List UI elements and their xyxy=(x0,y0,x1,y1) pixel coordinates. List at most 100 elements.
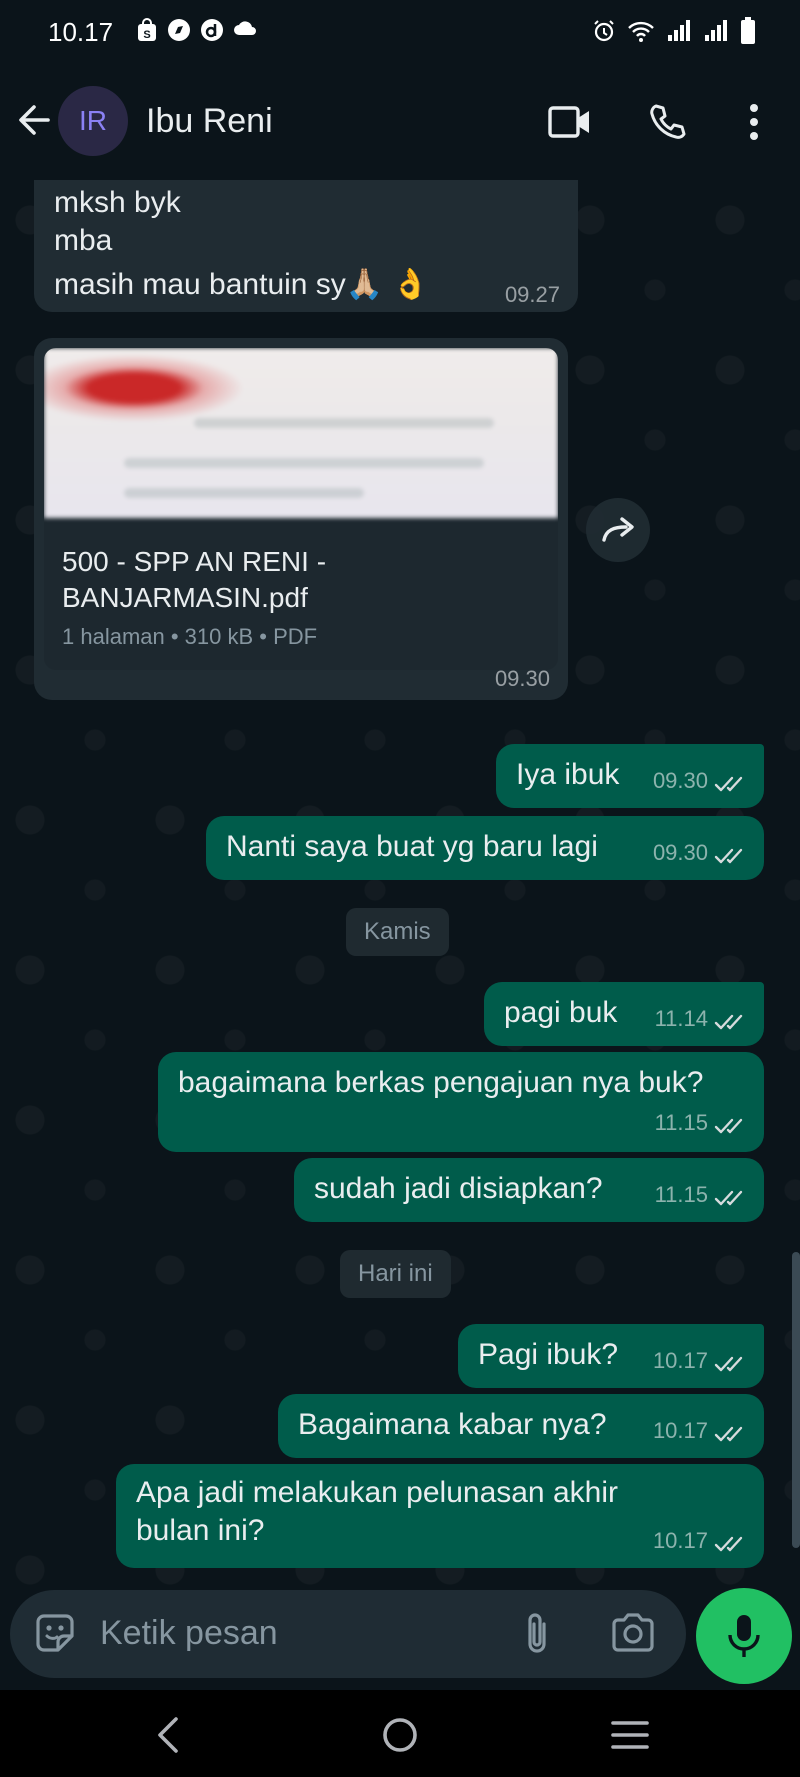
nav-home-button[interactable] xyxy=(370,1710,430,1760)
status-bar: 10.17 S xyxy=(0,0,800,64)
message-text: bagaimana berkas pengajuan nya buk? xyxy=(178,1066,704,1099)
message-bubble-outgoing[interactable]: Bagaimana kabar nya? 10.17 xyxy=(278,1394,764,1458)
more-options-button[interactable] xyxy=(730,98,778,146)
message-bubble-incoming[interactable]: mksh byk mba masih mau bantuin sy🙏🏼 👌 09… xyxy=(34,180,578,312)
message-meta: 11.15 xyxy=(655,1182,748,1208)
message-text: Iya ibuk xyxy=(516,758,620,791)
nav-home-icon xyxy=(383,1718,417,1752)
nav-back-icon xyxy=(158,1717,178,1753)
back-arrow-icon xyxy=(19,105,50,135)
signal-icon xyxy=(705,20,727,41)
scrollbar-thumb[interactable] xyxy=(792,1252,800,1548)
sticker-icon xyxy=(36,1614,74,1652)
message-input[interactable] xyxy=(98,1610,502,1656)
message-time: 09.30 xyxy=(652,840,708,865)
voice-call-icon xyxy=(650,104,686,139)
message-text: Pagi ibuk? xyxy=(478,1338,619,1371)
system-nav-bar xyxy=(0,1690,800,1777)
d-app-icon xyxy=(201,19,223,41)
read-ticks-icon xyxy=(714,1426,743,1441)
read-ticks-icon xyxy=(714,1014,743,1029)
mic-icon xyxy=(728,1615,760,1657)
more-options-icon xyxy=(750,104,758,140)
message-bubble-outgoing[interactable]: Pagi ibuk? 10.17 xyxy=(458,1324,764,1388)
message-bubble-outgoing[interactable]: sudah jadi disiapkan? 11.15 xyxy=(294,1158,764,1222)
message-time: 09.30 xyxy=(494,666,550,691)
shopping-bag-icon: S xyxy=(138,18,156,41)
message-meta: 10.17 xyxy=(653,1418,748,1444)
message-text: Nanti saya buat yg baru lagi xyxy=(226,830,598,863)
message-composer[interactable] xyxy=(10,1590,686,1678)
nav-recents-icon xyxy=(611,1721,649,1749)
read-ticks-icon xyxy=(714,1356,743,1371)
message-bubble-outgoing[interactable]: bagaimana berkas pengajuan nya buk? 11.1… xyxy=(158,1052,764,1152)
message-bubble-outgoing[interactable]: pagi buk 11.14 xyxy=(484,982,764,1046)
contact-name[interactable]: Ibu Reni xyxy=(146,102,273,141)
forward-button[interactable] xyxy=(586,498,650,562)
alarm-icon xyxy=(594,20,614,42)
status-time: 10.17 xyxy=(48,17,114,47)
camera-button[interactable] xyxy=(610,1610,658,1658)
date-separator: Kamis xyxy=(346,908,449,956)
read-ticks-icon xyxy=(714,848,743,863)
document-file-name: 500 - SPP AN RENI - BANJARMASIN.pdf xyxy=(62,546,327,613)
message-meta: 09.30 xyxy=(653,840,748,866)
message-time: 11.15 xyxy=(654,1182,708,1207)
wifi-icon xyxy=(628,21,654,42)
attach-button[interactable] xyxy=(518,1610,566,1658)
sticker-button[interactable] xyxy=(32,1610,80,1658)
message-text: mksh byk xyxy=(54,186,181,219)
message-time: 11.15 xyxy=(654,1110,708,1135)
message-bubble-outgoing[interactable]: Iya ibuk 09.30 xyxy=(496,744,764,808)
video-call-button[interactable] xyxy=(546,98,594,146)
message-meta: 10.17 xyxy=(653,1348,748,1374)
read-ticks-icon xyxy=(714,1190,743,1205)
chat-area[interactable]: mksh byk mba masih mau bantuin sy🙏🏼 👌 09… xyxy=(0,180,800,1592)
message-meta: 11.14 xyxy=(655,1006,748,1032)
document-card[interactable]: 500 - SPP AN RENI - BANJARMASIN.pdf 1 ha… xyxy=(44,348,558,670)
camera-icon xyxy=(612,1613,654,1652)
message-text: masih mau bantuin sy🙏🏼 👌 xyxy=(54,268,429,301)
attach-icon xyxy=(528,1613,546,1653)
message-time: 10.17 xyxy=(652,1528,708,1553)
message-bubble-document[interactable]: 500 - SPP AN RENI - BANJARMASIN.pdf 1 ha… xyxy=(34,338,568,700)
date-separator: Hari ini xyxy=(340,1250,451,1298)
nav-recents-button[interactable] xyxy=(600,1710,660,1760)
message-time: 09.30 xyxy=(652,768,708,793)
message-text: pagi buk xyxy=(504,996,618,1029)
svg-text:S: S xyxy=(143,29,150,41)
message-text: Apa jadi melakukan pelunasan akhir bulan… xyxy=(136,1476,618,1547)
message-time: 11.14 xyxy=(654,1006,708,1031)
message-bubble-outgoing[interactable]: Nanti saya buat yg baru lagi 09.30 xyxy=(206,816,764,880)
message-bubble-outgoing[interactable]: Apa jadi melakukan pelunasan akhir bulan… xyxy=(116,1464,764,1568)
nav-back-button[interactable] xyxy=(138,1710,198,1760)
message-time: 09.27 xyxy=(504,282,560,307)
voice-message-button[interactable] xyxy=(696,1588,792,1684)
voice-call-button[interactable] xyxy=(644,98,692,146)
read-ticks-icon xyxy=(714,1118,743,1133)
status-left-icons: S xyxy=(136,18,259,42)
video-call-icon xyxy=(548,106,589,138)
forward-icon xyxy=(602,517,634,542)
message-text: Bagaimana kabar nya? xyxy=(298,1408,607,1441)
chat-header: IR Ibu Reni xyxy=(0,64,800,180)
status-right-icons xyxy=(592,17,756,45)
document-thumbnail xyxy=(44,348,558,518)
document-file-meta: 1 halaman • 310 kB • PDF xyxy=(62,624,318,649)
message-meta: 10.17 xyxy=(653,1528,748,1554)
read-ticks-icon xyxy=(714,776,743,791)
message-time: 10.17 xyxy=(652,1348,708,1373)
cloud-icon xyxy=(234,21,256,35)
signal-icon xyxy=(668,20,690,41)
back-button[interactable] xyxy=(14,100,54,140)
message-text: sudah jadi disiapkan? xyxy=(314,1172,603,1205)
avatar[interactable]: IR xyxy=(58,86,128,156)
avatar-initials: IR xyxy=(79,105,107,136)
compass-app-icon xyxy=(168,19,190,41)
message-time: 10.17 xyxy=(652,1418,708,1443)
message-meta: 11.15 xyxy=(655,1110,748,1136)
message-text: mba xyxy=(54,224,113,257)
battery-icon xyxy=(741,17,755,44)
read-ticks-icon xyxy=(714,1536,743,1551)
message-meta: 09.30 xyxy=(653,768,748,794)
